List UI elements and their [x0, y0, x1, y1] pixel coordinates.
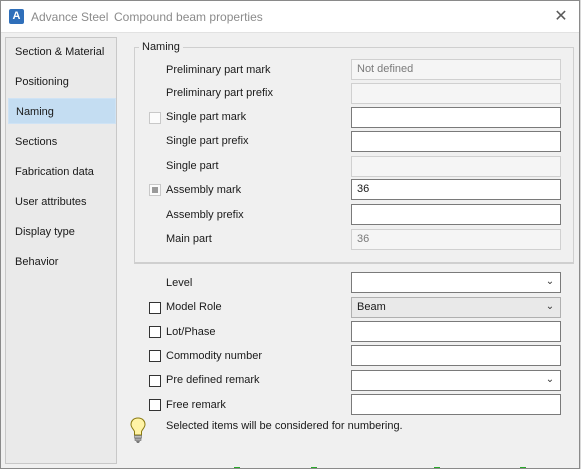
preliminary-part-mark-field: Not defined	[351, 59, 561, 80]
level-dropdown[interactable]: ⌄	[351, 272, 561, 293]
single-part-field	[351, 156, 561, 177]
model-role-checkbox[interactable]	[149, 302, 161, 314]
advance-steel-logo-icon: A	[9, 9, 24, 24]
main-part-label: Main part	[166, 233, 212, 245]
chevron-down-icon: ⌄	[545, 301, 555, 312]
commodity-number-label: Commodity number	[166, 350, 262, 362]
single-part-prefix-field[interactable]	[351, 131, 561, 152]
sidebar-item-section-material[interactable]: Section & Material	[8, 39, 116, 65]
sidebar-item-positioning[interactable]: Positioning	[8, 69, 116, 95]
model-role-dropdown[interactable]: Beam ⌄	[351, 297, 561, 318]
free-remark-field[interactable]	[351, 394, 561, 415]
background-line	[234, 467, 240, 468]
single-part-mark-checkbox[interactable]	[149, 112, 161, 124]
sidebar-item-naming[interactable]: Naming	[8, 98, 116, 124]
commodity-number-checkbox[interactable]	[149, 350, 161, 362]
pre-defined-remark-checkbox[interactable]	[149, 375, 161, 387]
close-button[interactable]: ✕	[551, 7, 571, 27]
preliminary-part-prefix-field	[351, 83, 561, 104]
single-part-mark-field[interactable]	[351, 107, 561, 128]
title-bar: A Advance Steel Compound beam properties…	[1, 1, 579, 33]
assembly-mark-field[interactable]: 36	[351, 179, 561, 200]
dialog-window: A Advance Steel Compound beam properties…	[0, 0, 580, 469]
chevron-down-icon: ⌄	[545, 374, 555, 385]
naming-group-legend: Naming	[139, 41, 183, 53]
pre-defined-remark-dropdown[interactable]: ⌄	[351, 370, 561, 391]
lightbulb-icon	[130, 417, 146, 443]
assembly-mark-label: Assembly mark	[166, 184, 242, 196]
sidebar-item-behavior[interactable]: Behavior	[8, 249, 116, 275]
sidebar-item-sections[interactable]: Sections	[8, 129, 116, 155]
lot-phase-checkbox[interactable]	[149, 326, 161, 338]
assembly-prefix-field[interactable]	[351, 204, 561, 225]
single-part-prefix-label: Single part prefix	[166, 135, 249, 147]
lot-phase-label: Lot/Phase	[166, 326, 216, 338]
lot-phase-field[interactable]	[351, 321, 561, 342]
content-panel: Naming Preliminary part mark Not defined…	[121, 37, 575, 464]
sidebar-item-user-attributes[interactable]: User attributes	[8, 189, 116, 215]
main-part-field: 36	[351, 229, 561, 250]
pre-defined-remark-label: Pre defined remark	[166, 374, 260, 386]
model-role-value: Beam	[357, 301, 386, 313]
single-part-mark-label: Single part mark	[166, 111, 247, 123]
assembly-prefix-label: Assembly prefix	[166, 209, 244, 221]
preliminary-part-mark-label: Preliminary part mark	[166, 64, 271, 76]
background-line	[434, 467, 440, 468]
background-line	[311, 467, 317, 468]
preliminary-part-prefix-label: Preliminary part prefix	[166, 87, 273, 99]
app-name: Advance Steel	[31, 10, 109, 24]
commodity-number-field[interactable]	[351, 345, 561, 366]
background-line	[520, 467, 526, 468]
sidebar-item-display-type[interactable]: Display type	[8, 219, 116, 245]
single-part-label: Single part	[166, 160, 219, 172]
close-icon: ✕	[554, 8, 568, 25]
sidebar: Section & Material Positioning Naming Se…	[5, 37, 117, 464]
numbering-hint-text: Selected items will be considered for nu…	[166, 420, 403, 432]
chevron-down-icon: ⌄	[545, 276, 555, 287]
free-remark-label: Free remark	[166, 399, 226, 411]
free-remark-checkbox[interactable]	[149, 399, 161, 411]
section-divider	[134, 263, 574, 264]
model-role-label: Model Role	[166, 301, 222, 313]
dialog-title: Compound beam properties	[114, 10, 263, 24]
sidebar-item-fabrication-data[interactable]: Fabrication data	[8, 159, 116, 185]
assembly-mark-checkbox[interactable]	[149, 184, 161, 196]
level-label: Level	[166, 277, 193, 289]
